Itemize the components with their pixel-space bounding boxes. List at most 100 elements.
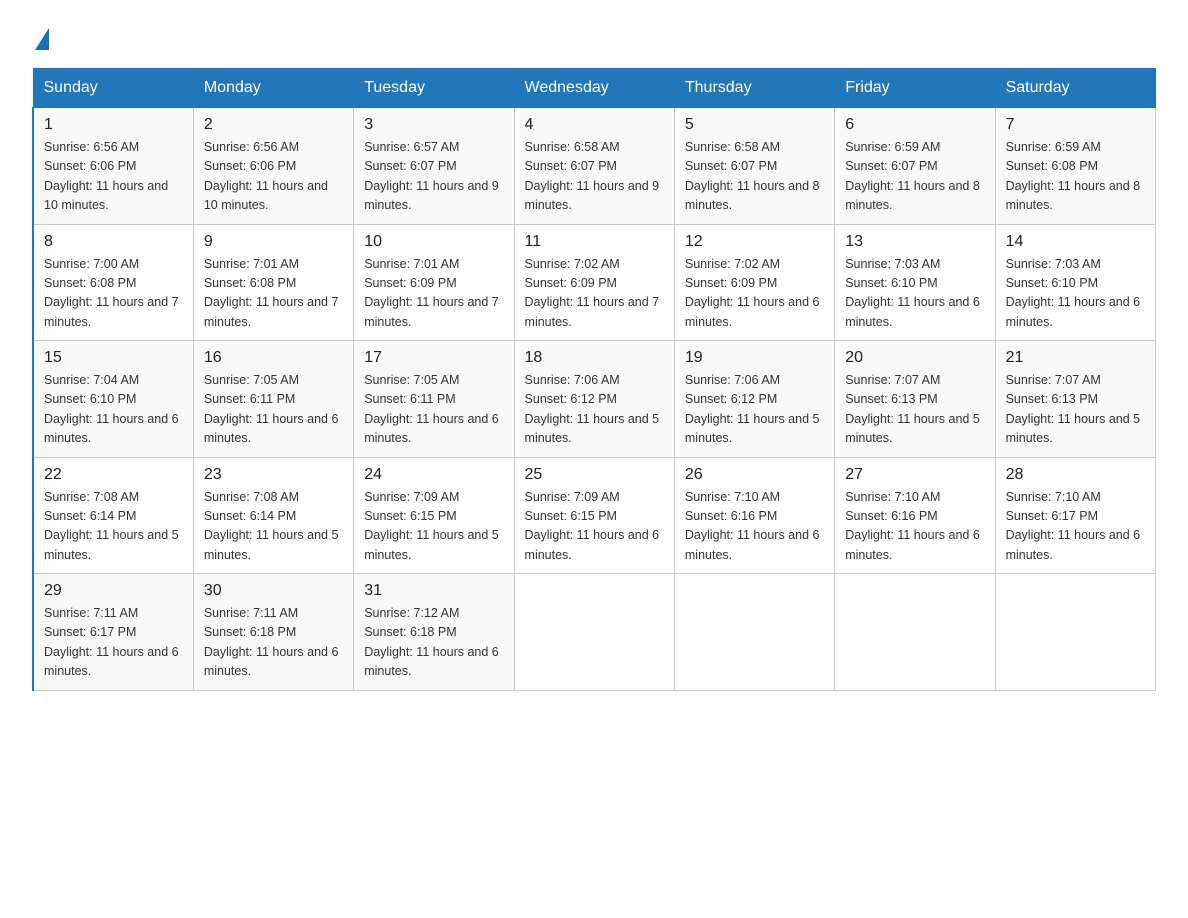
day-info: Sunrise: 7:12 AMSunset: 6:18 PMDaylight:…: [364, 606, 499, 678]
calendar-cell: 21 Sunrise: 7:07 AMSunset: 6:13 PMDaylig…: [995, 341, 1155, 458]
calendar-cell: [995, 574, 1155, 691]
calendar-header-monday: Monday: [193, 69, 353, 108]
calendar-cell: 17 Sunrise: 7:05 AMSunset: 6:11 PMDaylig…: [354, 341, 514, 458]
day-info: Sunrise: 7:06 AMSunset: 6:12 PMDaylight:…: [685, 373, 820, 445]
calendar-header-wednesday: Wednesday: [514, 69, 674, 108]
calendar-week-row: 22 Sunrise: 7:08 AMSunset: 6:14 PMDaylig…: [33, 457, 1156, 574]
day-info: Sunrise: 7:06 AMSunset: 6:12 PMDaylight:…: [525, 373, 660, 445]
day-info: Sunrise: 7:01 AMSunset: 6:08 PMDaylight:…: [204, 257, 339, 329]
day-number: 22: [44, 466, 183, 484]
day-number: 2: [204, 116, 343, 134]
day-number: 31: [364, 582, 503, 600]
day-number: 8: [44, 233, 183, 251]
day-info: Sunrise: 7:05 AMSunset: 6:11 PMDaylight:…: [204, 373, 339, 445]
day-number: 10: [364, 233, 503, 251]
day-info: Sunrise: 6:56 AMSunset: 6:06 PMDaylight:…: [44, 140, 168, 212]
calendar-cell: 9 Sunrise: 7:01 AMSunset: 6:08 PMDayligh…: [193, 224, 353, 341]
logo: [32, 24, 49, 50]
calendar-cell: 20 Sunrise: 7:07 AMSunset: 6:13 PMDaylig…: [835, 341, 995, 458]
day-number: 14: [1006, 233, 1145, 251]
calendar-week-row: 8 Sunrise: 7:00 AMSunset: 6:08 PMDayligh…: [33, 224, 1156, 341]
calendar-cell: 5 Sunrise: 6:58 AMSunset: 6:07 PMDayligh…: [674, 108, 834, 225]
calendar-header-friday: Friday: [835, 69, 995, 108]
calendar-cell: 3 Sunrise: 6:57 AMSunset: 6:07 PMDayligh…: [354, 108, 514, 225]
day-number: 21: [1006, 349, 1145, 367]
day-info: Sunrise: 6:57 AMSunset: 6:07 PMDaylight:…: [364, 140, 499, 212]
calendar-cell: 8 Sunrise: 7:00 AMSunset: 6:08 PMDayligh…: [33, 224, 193, 341]
day-number: 9: [204, 233, 343, 251]
day-number: 19: [685, 349, 824, 367]
calendar-cell: 12 Sunrise: 7:02 AMSunset: 6:09 PMDaylig…: [674, 224, 834, 341]
day-info: Sunrise: 7:08 AMSunset: 6:14 PMDaylight:…: [204, 490, 339, 562]
day-info: Sunrise: 7:10 AMSunset: 6:16 PMDaylight:…: [845, 490, 980, 562]
calendar-cell: 6 Sunrise: 6:59 AMSunset: 6:07 PMDayligh…: [835, 108, 995, 225]
day-info: Sunrise: 7:11 AMSunset: 6:18 PMDaylight:…: [204, 606, 339, 678]
calendar-cell: 10 Sunrise: 7:01 AMSunset: 6:09 PMDaylig…: [354, 224, 514, 341]
calendar-cell: 29 Sunrise: 7:11 AMSunset: 6:17 PMDaylig…: [33, 574, 193, 691]
day-info: Sunrise: 7:07 AMSunset: 6:13 PMDaylight:…: [845, 373, 980, 445]
day-number: 20: [845, 349, 984, 367]
day-number: 6: [845, 116, 984, 134]
day-number: 27: [845, 466, 984, 484]
calendar-header-row: SundayMondayTuesdayWednesdayThursdayFrid…: [33, 69, 1156, 108]
day-number: 16: [204, 349, 343, 367]
calendar-week-row: 29 Sunrise: 7:11 AMSunset: 6:17 PMDaylig…: [33, 574, 1156, 691]
day-info: Sunrise: 7:09 AMSunset: 6:15 PMDaylight:…: [364, 490, 499, 562]
calendar-cell: 16 Sunrise: 7:05 AMSunset: 6:11 PMDaylig…: [193, 341, 353, 458]
day-number: 3: [364, 116, 503, 134]
day-info: Sunrise: 7:04 AMSunset: 6:10 PMDaylight:…: [44, 373, 179, 445]
calendar-cell: [835, 574, 995, 691]
day-number: 25: [525, 466, 664, 484]
calendar-cell: 30 Sunrise: 7:11 AMSunset: 6:18 PMDaylig…: [193, 574, 353, 691]
day-number: 23: [204, 466, 343, 484]
calendar-week-row: 15 Sunrise: 7:04 AMSunset: 6:10 PMDaylig…: [33, 341, 1156, 458]
day-number: 1: [44, 116, 183, 134]
day-number: 5: [685, 116, 824, 134]
calendar-cell: 24 Sunrise: 7:09 AMSunset: 6:15 PMDaylig…: [354, 457, 514, 574]
calendar-cell: 4 Sunrise: 6:58 AMSunset: 6:07 PMDayligh…: [514, 108, 674, 225]
day-info: Sunrise: 6:59 AMSunset: 6:08 PMDaylight:…: [1006, 140, 1141, 212]
day-number: 11: [525, 233, 664, 251]
day-info: Sunrise: 7:00 AMSunset: 6:08 PMDaylight:…: [44, 257, 179, 329]
day-info: Sunrise: 7:05 AMSunset: 6:11 PMDaylight:…: [364, 373, 499, 445]
day-number: 17: [364, 349, 503, 367]
calendar-header-tuesday: Tuesday: [354, 69, 514, 108]
day-number: 13: [845, 233, 984, 251]
calendar-header-saturday: Saturday: [995, 69, 1155, 108]
day-info: Sunrise: 6:58 AMSunset: 6:07 PMDaylight:…: [685, 140, 820, 212]
calendar-cell: 22 Sunrise: 7:08 AMSunset: 6:14 PMDaylig…: [33, 457, 193, 574]
day-number: 26: [685, 466, 824, 484]
day-info: Sunrise: 7:10 AMSunset: 6:17 PMDaylight:…: [1006, 490, 1141, 562]
calendar-cell: 13 Sunrise: 7:03 AMSunset: 6:10 PMDaylig…: [835, 224, 995, 341]
day-info: Sunrise: 7:03 AMSunset: 6:10 PMDaylight:…: [845, 257, 980, 329]
calendar-table: SundayMondayTuesdayWednesdayThursdayFrid…: [32, 68, 1156, 691]
calendar-cell: 25 Sunrise: 7:09 AMSunset: 6:15 PMDaylig…: [514, 457, 674, 574]
calendar-cell: 14 Sunrise: 7:03 AMSunset: 6:10 PMDaylig…: [995, 224, 1155, 341]
day-info: Sunrise: 7:11 AMSunset: 6:17 PMDaylight:…: [44, 606, 179, 678]
day-number: 18: [525, 349, 664, 367]
calendar-cell: 19 Sunrise: 7:06 AMSunset: 6:12 PMDaylig…: [674, 341, 834, 458]
day-number: 12: [685, 233, 824, 251]
calendar-header-thursday: Thursday: [674, 69, 834, 108]
day-number: 15: [44, 349, 183, 367]
day-info: Sunrise: 7:03 AMSunset: 6:10 PMDaylight:…: [1006, 257, 1141, 329]
logo-triangle-icon: [35, 28, 49, 50]
calendar-week-row: 1 Sunrise: 6:56 AMSunset: 6:06 PMDayligh…: [33, 108, 1156, 225]
day-number: 4: [525, 116, 664, 134]
day-number: 24: [364, 466, 503, 484]
day-info: Sunrise: 7:10 AMSunset: 6:16 PMDaylight:…: [685, 490, 820, 562]
day-info: Sunrise: 6:59 AMSunset: 6:07 PMDaylight:…: [845, 140, 980, 212]
calendar-header-sunday: Sunday: [33, 69, 193, 108]
calendar-cell: 11 Sunrise: 7:02 AMSunset: 6:09 PMDaylig…: [514, 224, 674, 341]
calendar-cell: 23 Sunrise: 7:08 AMSunset: 6:14 PMDaylig…: [193, 457, 353, 574]
calendar-cell: 1 Sunrise: 6:56 AMSunset: 6:06 PMDayligh…: [33, 108, 193, 225]
day-info: Sunrise: 6:56 AMSunset: 6:06 PMDaylight:…: [204, 140, 328, 212]
day-number: 29: [44, 582, 183, 600]
calendar-cell: 31 Sunrise: 7:12 AMSunset: 6:18 PMDaylig…: [354, 574, 514, 691]
calendar-cell: 18 Sunrise: 7:06 AMSunset: 6:12 PMDaylig…: [514, 341, 674, 458]
calendar-cell: [514, 574, 674, 691]
calendar-cell: [674, 574, 834, 691]
day-info: Sunrise: 7:07 AMSunset: 6:13 PMDaylight:…: [1006, 373, 1141, 445]
calendar-cell: 15 Sunrise: 7:04 AMSunset: 6:10 PMDaylig…: [33, 341, 193, 458]
day-number: 28: [1006, 466, 1145, 484]
